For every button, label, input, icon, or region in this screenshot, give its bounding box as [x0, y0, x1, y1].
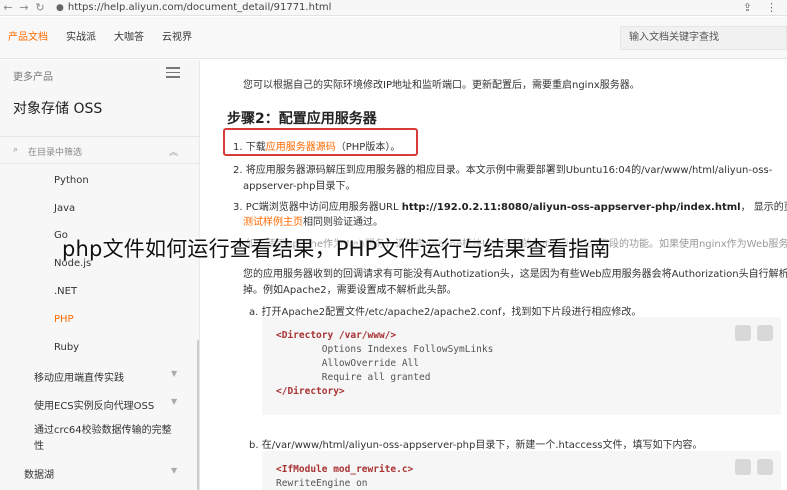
copy-icon[interactable]	[757, 459, 773, 475]
intro-paragraph: 您可以根据自己的实际环境修改IP地址和监听端口。更新配置后，需要重启nginx服…	[243, 80, 640, 91]
product-title: 对象存储 OSS	[13, 101, 103, 117]
url-text: https://help.aliyun.com/document_detail/…	[67, 2, 332, 13]
forward-icon[interactable]: →	[16, 1, 32, 14]
app-server-url: http://192.0.2.11:8080/aliyun-oss-appser…	[401, 202, 741, 213]
step1-prefix: 1. 下载	[233, 142, 266, 153]
sidebar-group-label: 通过crc64校验数据传输的完整性	[34, 425, 172, 452]
tab-expert-answers[interactable]: 大咖答	[114, 17, 144, 59]
step3-suffix: ， 显示的页面内容与	[740, 202, 787, 213]
sidebar-group-data-lake[interactable]: 数据湖 ▼	[24, 466, 178, 481]
sub-step-b: b. 在/var/www/html/aliyun-oss-appserver-p…	[249, 440, 703, 451]
browser-menu-icon[interactable]: ⋮	[766, 1, 777, 14]
chevron-down-icon: ▼	[171, 369, 178, 378]
overlay-title: php文件如何运行查看结果，PHP文件运行与结果查看指南	[62, 237, 611, 261]
step1-text: 1. 下载应用服务器源码（PHP版本）。	[233, 138, 400, 153]
step2-line2: appserver-php目录下。	[243, 181, 356, 192]
hamburger-menu-icon[interactable]	[166, 67, 180, 78]
chevron-down-icon: ▼	[171, 397, 178, 406]
test-sample-link[interactable]: 测试样例主页	[243, 217, 303, 228]
toc-filter-input[interactable]: ⌕ 在目录中筛选 ︽	[0, 136, 199, 164]
chevron-down-icon: ▼	[171, 466, 178, 475]
sidebar-group-ecs-proxy[interactable]: 使用ECS实例反向代理OSS ▼	[34, 397, 184, 412]
doc-search-input[interactable]: 输入文档关键字查找	[620, 26, 787, 50]
code-line: RewriteEngine on	[276, 478, 368, 489]
more-products-link[interactable]: 更多产品	[13, 68, 53, 83]
step3-line2: 测试样例主页相同则验证通过。	[243, 213, 383, 228]
code-line: </Directory>	[276, 386, 345, 397]
sidebar-group-label: 移动应用端直传实践	[34, 373, 124, 384]
back-icon[interactable]: ←	[0, 1, 16, 14]
collapse-icon[interactable]: ︽	[169, 145, 178, 158]
code-line: Options Indexes FollowSymLinks	[276, 344, 494, 355]
step3-prefix: 3. PC端浏览器中访问应用服务器URL	[233, 202, 402, 213]
code-line: <IfModule mod_rewrite.c>	[276, 464, 414, 475]
toggle-theme-icon[interactable]	[735, 459, 751, 475]
code-line: Require all granted	[276, 372, 431, 383]
search-icon: ⌕	[13, 145, 19, 155]
toggle-theme-icon[interactable]	[735, 325, 751, 341]
step4-line2: 您的应用服务器收到的回调请求有可能没有Authotization头，这是因为有些…	[243, 269, 787, 280]
doc-content: 您可以根据自己的实际环境修改IP地址和监听端口。更新配置后，需要重启nginx服…	[201, 60, 787, 490]
sidebar-group-crc64[interactable]: 通过crc64校验数据传输的完整性	[34, 423, 174, 455]
address-bar[interactable]: ● https://help.aliyun.com/document_detail…	[56, 2, 331, 13]
browser-toolbar: ← → ↻ ● https://help.aliyun.com/document_…	[0, 0, 787, 16]
filter-placeholder: 在目录中筛选	[28, 148, 83, 158]
sidebar-group-mobile-upload[interactable]: 移动应用端直传实践 ▼	[34, 369, 184, 384]
sidebar-item-php[interactable]: PHP	[54, 314, 74, 325]
source-code-link[interactable]: 应用服务器源码	[266, 142, 336, 153]
doc-sidebar: 更多产品 对象存储 OSS ⌕ 在目录中筛选 ︽ Python Java Go …	[0, 60, 200, 490]
sidebar-scrollbar[interactable]	[197, 340, 199, 490]
code-block-htaccess: <IfModule mod_rewrite.c> RewriteEngine o…	[262, 451, 781, 490]
step1-suffix: （PHP版本）。	[335, 142, 401, 153]
sidebar-item-python[interactable]: Python	[54, 175, 89, 186]
sub-step-a: a. 打开Apache2配置文件/etc/apache2/apache2.con…	[249, 307, 642, 318]
code-line: AllowOverride All	[276, 358, 419, 369]
reload-icon[interactable]: ↻	[32, 1, 48, 14]
sidebar-group-label: 数据湖	[24, 470, 54, 481]
code-line: <Directory /var/www/>	[276, 330, 397, 341]
sidebar-group-label: 使用ECS实例反向代理OSS	[34, 401, 155, 412]
sidebar-item-java[interactable]: Java	[54, 203, 75, 214]
step3-tail: 相同则验证通过。	[303, 217, 383, 228]
step4-line3: 掉。例如Apache2，需要设置成不解析此头部。	[243, 285, 457, 296]
copy-icon[interactable]	[757, 325, 773, 341]
code-block-apache: <Directory /var/www/> Options Indexes Fo…	[262, 317, 781, 415]
step2-line1: 2. 将应用服务器源码解压到应用服务器的相应目录。本文示例中需要部署到Ubunt…	[233, 165, 773, 176]
share-icon[interactable]: ⇪	[743, 1, 752, 14]
sidebar-item-ruby[interactable]: Ruby	[54, 342, 79, 353]
step3-line1: 3. PC端浏览器中访问应用服务器URL http://192.0.2.11:8…	[233, 198, 787, 213]
tab-practice[interactable]: 实战派	[66, 17, 96, 59]
tab-cloud-view[interactable]: 云视界	[162, 17, 192, 59]
step-heading: 步骤2：配置应用服务器	[227, 111, 377, 127]
lock-icon: ●	[56, 3, 64, 13]
tab-product-docs[interactable]: 产品文档	[8, 17, 48, 59]
site-top-nav: 产品文档 实战派 大咖答 云视界 输入文档关键字查找	[0, 17, 787, 59]
sidebar-item-dotnet[interactable]: .NET	[54, 286, 77, 297]
